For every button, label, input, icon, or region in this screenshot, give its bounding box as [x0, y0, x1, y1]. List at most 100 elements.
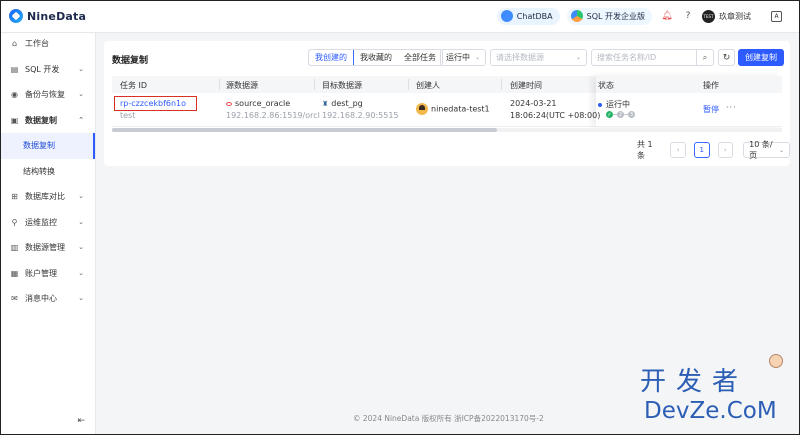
tab-favorites[interactable]: 我收藏的	[354, 50, 398, 65]
pagination: 共 1 条 ‹ 1 › 10 条/页 ⌄	[637, 139, 791, 161]
postgresql-icon: ♜	[322, 100, 329, 108]
created-date: 2024-03-21	[510, 99, 557, 108]
status-filter-select[interactable]: 运行中 ⌄	[440, 49, 486, 66]
page-title: 数据复制	[112, 56, 149, 66]
prev-page-button[interactable]: ‹	[670, 142, 686, 158]
pause-button[interactable]: 暂停	[703, 104, 719, 115]
source-address: 192.168.2.86:1519/orcl	[226, 111, 320, 120]
refresh-button[interactable]: ↻	[718, 49, 735, 66]
brand-logo[interactable]: NineData	[9, 9, 86, 23]
chevron-down-icon: ⌄	[779, 146, 785, 154]
home-icon: ⌂	[11, 39, 18, 49]
replication-icon: ▣	[10, 115, 19, 125]
task-steps: ✓ 2 3	[606, 111, 635, 118]
chevron-down-icon: ⌄	[575, 54, 581, 61]
task-scope-tabs: 我创建的 我收藏的 全部任务	[308, 49, 443, 66]
chevron-down-icon: ⌄	[78, 90, 84, 98]
language-switch-icon[interactable]: A	[771, 10, 782, 22]
sidebar-item-label: 数据复制	[25, 115, 57, 125]
sidebar-item-label: SQL 开发	[25, 64, 60, 74]
sidebar-item-label: 账户管理	[25, 268, 57, 278]
sidebar-subitem-replication[interactable]: 数据复制	[0, 133, 95, 159]
sidebar-item-label: 工作台	[25, 39, 49, 49]
sidebar-item-compare[interactable]: ⊞ 数据库对比 ⌄	[0, 184, 95, 210]
replication-card: 数据复制 我创建的 我收藏的 全部任务 运行中 ⌄ 请选择数据源 ⌄ 搜索任务名…	[104, 41, 791, 166]
sidebar-item-label: 备份与恢复	[25, 90, 65, 100]
chevron-down-icon: ⌄	[78, 243, 84, 251]
sidebar-item-monitor[interactable]: ⚲ 运维监控 ⌄	[0, 210, 95, 236]
notification-bell-icon[interactable]: 🔔︎	[661, 10, 673, 22]
sidebar-item-account[interactable]: ▦ 账户管理 ⌄	[0, 261, 95, 287]
table-row: rp-czzcekbf6n1o test source_oracle 192.1…	[112, 93, 782, 127]
target-name: dest_pg	[331, 99, 363, 108]
table-horizontal-scrollbar[interactable]	[112, 128, 782, 132]
scrollbar-thumb[interactable]	[112, 128, 497, 132]
creator: ninedata-test1	[416, 103, 490, 115]
task-id-link[interactable]: rp-czzcekbf6n1o	[120, 99, 186, 108]
step-pending-icon: 2	[617, 111, 624, 118]
sidebar-item-sql[interactable]: ▤ SQL 开发 ⌄	[0, 57, 95, 83]
sidebar-item-message[interactable]: ✉ 消息中心 ⌄	[0, 286, 95, 312]
top-header: NineData ChatDBA SQL 开发企业版 🔔︎ ? TEST 玖章测…	[0, 0, 800, 33]
edition-icon	[570, 10, 583, 22]
sidebar-item-datasource[interactable]: ▥ 数据源管理 ⌄	[0, 235, 95, 261]
search-input[interactable]: 搜索任务名称/ID ⌕	[591, 49, 714, 66]
datasource-icon: ▥	[10, 243, 19, 253]
account-icon: ▦	[10, 268, 19, 278]
watermark-mascot-icon	[769, 354, 783, 368]
create-replication-button[interactable]: 创建复制	[738, 49, 784, 66]
ninedata-logo-icon	[9, 9, 23, 23]
watermark: 开发者 DevZe.CoM	[640, 354, 790, 428]
sidebar-item-backup[interactable]: ◉ 备份与恢复 ⌄	[0, 82, 95, 108]
column-header-created-time: 创建时间	[510, 81, 542, 90]
sidebar-item-replication[interactable]: ▣ 数据复制 ⌃	[0, 108, 95, 134]
pagination-total: 共 1 条	[637, 140, 653, 160]
sql-edition-label: SQL 开发企业版	[586, 11, 645, 21]
chatdba-button[interactable]: ChatDBA	[496, 7, 560, 25]
target-datasource[interactable]: ♜ dest_pg	[322, 99, 363, 108]
sidebar-item-label: 运维监控	[25, 217, 57, 227]
step-complete-icon: ✓	[606, 111, 613, 118]
sidebar-item-workbench[interactable]: ⌂ 工作台	[0, 31, 95, 57]
search-icon[interactable]: ⌕	[696, 50, 713, 65]
column-header-creator: 创建人	[416, 81, 440, 90]
sql-edition-badge[interactable]: SQL 开发企业版	[566, 7, 652, 25]
chevron-down-icon: ⌄	[78, 192, 84, 200]
compare-icon: ⊞	[11, 192, 18, 202]
sql-icon: ▤	[10, 64, 19, 74]
datasource-select[interactable]: 请选择数据源 ⌄	[490, 49, 587, 66]
avatar: TEST	[702, 9, 715, 23]
status-badge: 运行中	[598, 99, 630, 110]
step-pending-icon: 3	[628, 111, 635, 118]
brand-name: NineData	[27, 9, 87, 23]
datasource-placeholder: 请选择数据源	[496, 53, 544, 62]
column-header-task-id: 任务 ID	[120, 81, 148, 90]
page-button[interactable]: 1	[693, 142, 710, 158]
tab-all-tasks[interactable]: 全部任务	[398, 50, 442, 65]
sidebar-item-label: 消息中心	[25, 294, 57, 304]
footer-copyright: © 2024 NineData 版权所有 浙ICP备2022013170号-2	[353, 414, 544, 423]
chatdba-icon	[500, 10, 513, 22]
chevron-down-icon: ⌄	[78, 294, 84, 302]
column-header-source: 源数据源	[226, 81, 258, 90]
page-size-value: 10 条/页	[749, 140, 773, 160]
status-text: 运行中	[606, 100, 630, 109]
user-menu[interactable]: TEST 玖章测试	[702, 9, 751, 23]
refresh-icon: ↻	[722, 52, 731, 63]
more-actions-icon[interactable]: ···	[726, 103, 737, 112]
help-icon[interactable]: ?	[682, 10, 694, 22]
chevron-down-icon: ⌄	[78, 64, 84, 73]
avatar	[416, 103, 428, 115]
sidebar-subitem-schema-convert[interactable]: 结构转换	[0, 159, 95, 185]
status-filter-value: 运行中	[446, 53, 470, 62]
next-page-button[interactable]: ›	[717, 142, 734, 158]
page-size-select[interactable]: 10 条/页 ⌄	[743, 140, 791, 160]
source-datasource[interactable]: source_oracle	[226, 99, 290, 108]
watermark-cn: 开发者	[640, 367, 749, 397]
tab-created-by-me[interactable]: 我创建的	[309, 50, 354, 65]
message-icon: ✉	[11, 294, 18, 304]
collapse-sidebar-icon[interactable]: ⇤	[77, 416, 85, 426]
sidebar-item-label: 数据库对比	[25, 192, 65, 202]
source-name: source_oracle	[235, 99, 291, 108]
sidebar-item-label: 数据源管理	[25, 243, 65, 253]
